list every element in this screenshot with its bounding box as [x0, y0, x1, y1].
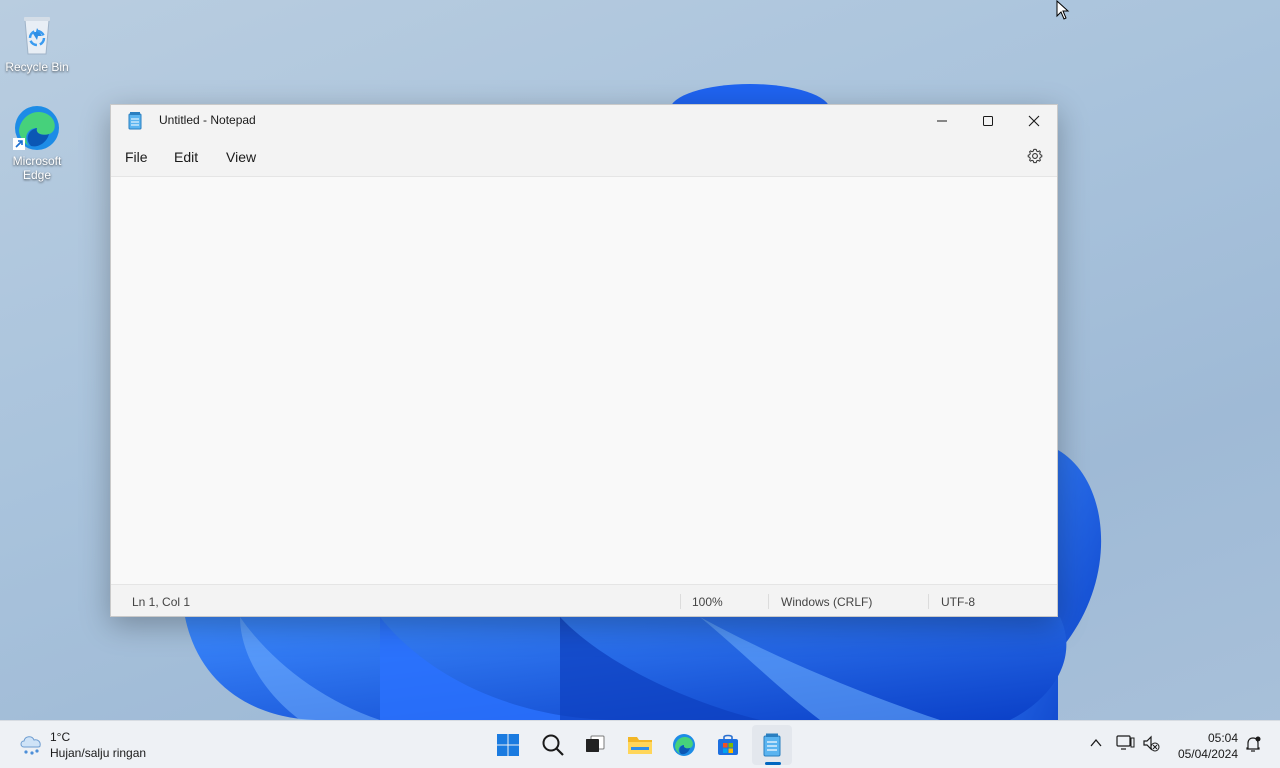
volume-muted-icon: [1143, 735, 1160, 752]
weather-temperature: 1°C: [50, 730, 71, 744]
mouse-cursor-icon: [1056, 0, 1070, 25]
notepad-icon: [763, 733, 781, 757]
menu-file[interactable]: File: [125, 149, 148, 165]
maximize-icon: [983, 116, 993, 126]
close-icon: [1028, 115, 1040, 127]
menu-view[interactable]: View: [226, 149, 256, 165]
encoding: UTF-8: [941, 595, 975, 609]
network-disconnected-icon: [1116, 735, 1135, 750]
search-icon: [542, 734, 564, 756]
desktop-icon-label: Microsoft Edge: [12, 154, 62, 182]
edge-icon: [13, 104, 61, 152]
menu-bar: File Edit View: [111, 137, 1057, 177]
start-icon: [497, 734, 519, 756]
notifications-button[interactable]: [1244, 735, 1262, 758]
maximize-button[interactable]: [965, 105, 1011, 137]
status-divider: [680, 594, 681, 609]
store-icon: [718, 734, 738, 755]
task-view-button[interactable]: [575, 725, 615, 765]
volume-button[interactable]: [1142, 735, 1160, 758]
status-divider: [928, 594, 929, 609]
zoom-level: 100%: [692, 595, 723, 609]
clock-time: 05:04: [1207, 731, 1238, 745]
clock[interactable]: 05:04 05/04/2024: [1178, 730, 1238, 762]
window-title: Untitled - Notepad: [159, 113, 256, 127]
network-status-button[interactable]: [1116, 734, 1136, 757]
search-button[interactable]: [533, 725, 573, 765]
notepad-icon: [127, 112, 143, 135]
title-bar[interactable]: Untitled - Notepad: [111, 105, 1057, 137]
close-button[interactable]: [1011, 105, 1057, 137]
status-divider: [768, 594, 769, 609]
file-explorer-icon: [628, 737, 652, 754]
notepad-window[interactable]: Untitled - Notepad File Edit View Ln 1, …: [110, 104, 1058, 617]
line-ending: Windows (CRLF): [781, 595, 873, 609]
task-view-icon: [586, 735, 605, 752]
notification-bell-icon: [1246, 736, 1261, 752]
menu-edit[interactable]: Edit: [174, 149, 198, 165]
start-button[interactable]: [488, 725, 528, 765]
show-hidden-icons-button[interactable]: [1088, 735, 1104, 756]
taskbar: 1°C Hujan/salju ringan 05:04 05/04/2024: [0, 720, 1280, 768]
weather-description: Hujan/salju ringan: [50, 746, 147, 760]
text-editor-area[interactable]: [111, 177, 1057, 584]
settings-gear-icon[interactable]: [1027, 148, 1043, 169]
file-explorer-button[interactable]: [620, 725, 660, 765]
recycle-bin-icon: [13, 10, 61, 58]
desktop-icon-label: Recycle Bin: [5, 60, 69, 74]
active-app-indicator: [765, 762, 781, 765]
desktop-icon-recycle-bin[interactable]: Recycle Bin: [1, 10, 73, 74]
edge-taskbar-button[interactable]: [664, 725, 704, 765]
desktop-icon-edge[interactable]: Microsoft Edge: [1, 104, 73, 182]
weather-widget[interactable]: 1°C Hujan/salju ringan: [10, 725, 170, 765]
clock-date: 05/04/2024: [1177, 747, 1238, 761]
minimize-icon: [937, 120, 947, 122]
store-button[interactable]: [708, 725, 748, 765]
edge-icon: [673, 734, 695, 756]
status-bar: Ln 1, Col 1 100% Windows (CRLF) UTF-8: [111, 584, 1057, 616]
cursor-position: Ln 1, Col 1: [132, 595, 191, 609]
notepad-taskbar-button[interactable]: [752, 725, 792, 765]
weather-snow-icon: [18, 733, 44, 762]
minimize-button[interactable]: [919, 105, 965, 137]
chevron-up-icon: [1090, 738, 1102, 747]
